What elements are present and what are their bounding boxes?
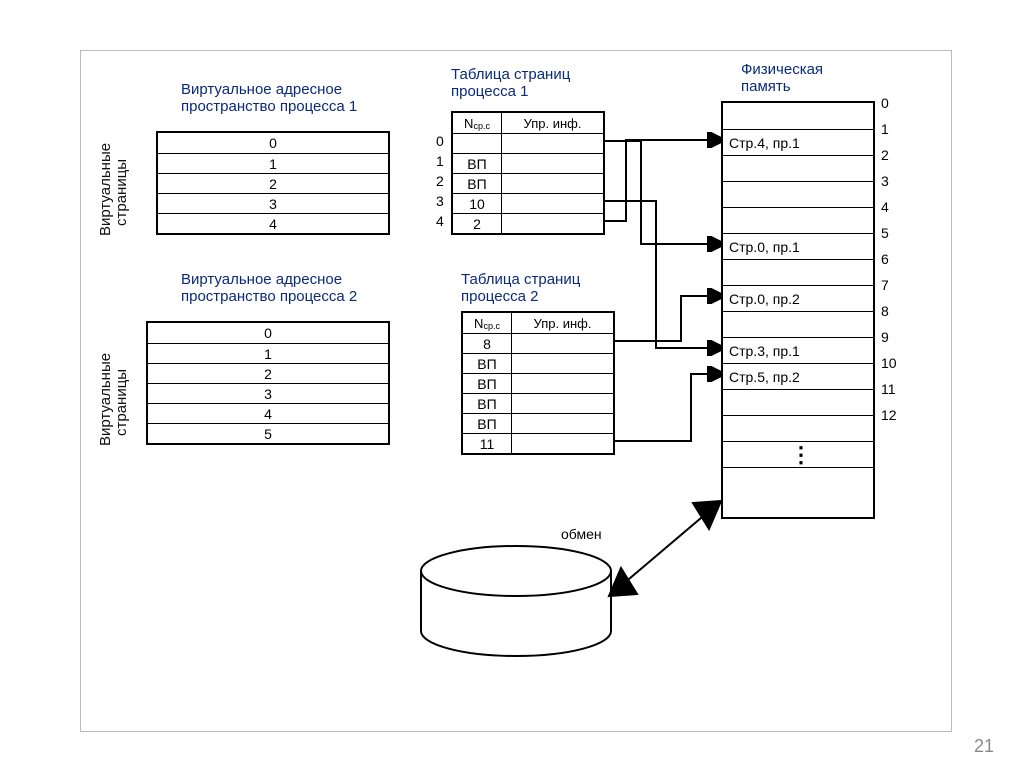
pt-hdr-n: Nср.с — [453, 113, 502, 133]
diagram-stage: Виртуальное адресное пространство процес… — [80, 50, 952, 732]
phys-row: Стр.3, пр.1 — [723, 337, 873, 363]
vas2-row: 2 — [148, 363, 388, 383]
pt1-idx: 4 — [436, 213, 444, 229]
ellipsis-icon: ⋮ — [729, 451, 873, 459]
phys-idx: 9 — [881, 329, 889, 345]
phys-row-dots: ⋮ — [723, 441, 873, 467]
phys-idx: 3 — [881, 173, 889, 189]
phys-idx: 11 — [881, 381, 896, 397]
title-pt2: Таблица страниц процесса 2 — [461, 271, 580, 306]
vas1-table: 0 1 2 3 4 — [156, 131, 390, 235]
vpages-label-1: Виртуальные — [97, 143, 114, 236]
pt1-idx: 0 — [436, 133, 444, 149]
pt-hdr-upr: Упр. инф. — [502, 113, 603, 133]
pt2-hdr-n: Nср.с — [463, 313, 512, 333]
title-vas2: Виртуальное адресное пространство процес… — [181, 271, 357, 306]
phys-idx: 1 — [881, 121, 889, 137]
phys-idx: 12 — [881, 407, 897, 423]
vas2-table: 0 1 2 3 4 5 — [146, 321, 390, 445]
vas2-row: 4 — [148, 403, 388, 423]
vas2-row: 0 — [148, 323, 388, 343]
vas2-row: 5 — [148, 423, 388, 443]
vas2-row: 3 — [148, 383, 388, 403]
pt2-row: ВП — [463, 393, 613, 413]
phys-row: Стр.4, пр.1 — [723, 129, 873, 155]
title-vas1: Виртуальное адресное пространство процес… — [181, 81, 357, 116]
vas1-row: 0 — [158, 133, 388, 153]
phys-row — [723, 181, 873, 207]
pt1-table: Nср.с Упр. инф. ВП ВП 10 2 — [451, 111, 605, 235]
pt2-row: 11 — [463, 433, 613, 453]
title-pt1-l2: процесса 1 — [451, 83, 528, 100]
title-phys: Физическая память — [741, 61, 823, 96]
phys-idx: 8 — [881, 303, 889, 319]
phys-row: Стр.0, пр.2 — [723, 285, 873, 311]
title-pt2-l2: процесса 2 — [461, 288, 538, 305]
vas1-row: 4 — [158, 213, 388, 233]
vpages-label-1b: страницы — [113, 159, 130, 226]
pt1-row: 10 — [453, 193, 603, 213]
pt1-header: Nср.с Упр. инф. — [453, 113, 603, 133]
title-vas1-l2: пространство процесса 1 — [181, 98, 357, 115]
phys-row — [723, 415, 873, 441]
phys-row — [723, 311, 873, 337]
pt2-hdr-upr: Упр. инф. — [512, 313, 613, 333]
phys-row: Стр.0, пр.1 — [723, 233, 873, 259]
pt1-row: 2 — [453, 213, 603, 233]
phys-row — [723, 155, 873, 181]
phys-row-rest — [723, 467, 873, 517]
pt1-idx: 3 — [436, 193, 444, 209]
phys-idx: 10 — [881, 355, 897, 371]
phys-idx: 0 — [881, 95, 889, 111]
title-vas2-l2: пространство процесса 2 — [181, 288, 357, 305]
title-phys-l1: Физическая — [741, 61, 823, 78]
pt1-idx: 1 — [436, 153, 444, 169]
vpages-label-2: Виртуальные — [97, 353, 114, 446]
vas1-row: 1 — [158, 153, 388, 173]
pt1-row: ВП — [453, 173, 603, 193]
title-pt1-l1: Таблица страниц — [451, 66, 570, 83]
vpages-label-2b: страницы — [113, 369, 130, 436]
phys-idx: 2 — [881, 147, 889, 163]
phys-row: Стр.5, пр.2 — [723, 363, 873, 389]
pt2-row: ВП — [463, 353, 613, 373]
title-pt2-l1: Таблица страниц — [461, 271, 580, 288]
phys-row — [723, 389, 873, 415]
pt1-row: ВП — [453, 153, 603, 173]
pt2-table: Nср.с Упр. инф. 8 ВП ВП ВП ВП 11 — [461, 311, 615, 455]
title-vas1-l1: Виртуальное адресное — [181, 81, 342, 98]
title-pt1: Таблица страниц процесса 1 — [451, 66, 570, 101]
phys-idx: 4 — [881, 199, 889, 215]
pt2-row: ВП — [463, 413, 613, 433]
phys-idx: 7 — [881, 277, 889, 293]
vas2-row: 1 — [148, 343, 388, 363]
phys-idx: 5 — [881, 225, 889, 241]
title-vas2-l1: Виртуальное адресное — [181, 271, 342, 288]
phys-idx: 6 — [881, 251, 889, 267]
pt1-row — [453, 133, 603, 153]
pt1-idx: 2 — [436, 173, 444, 189]
exchange-label: обмен — [561, 526, 602, 542]
phys-row — [723, 259, 873, 285]
pt2-header: Nср.с Упр. инф. — [463, 313, 613, 333]
title-phys-l2: память — [741, 78, 791, 95]
pt2-row: 8 — [463, 333, 613, 353]
slide-number: 21 — [974, 736, 994, 757]
phys-row — [723, 207, 873, 233]
phys-row — [723, 103, 873, 129]
vas1-row: 3 — [158, 193, 388, 213]
pt2-row: ВП — [463, 373, 613, 393]
physical-memory: Стр.4, пр.1 Стр.0, пр.1 Стр.0, пр.2 Стр.… — [721, 101, 875, 519]
vas1-row: 2 — [158, 173, 388, 193]
